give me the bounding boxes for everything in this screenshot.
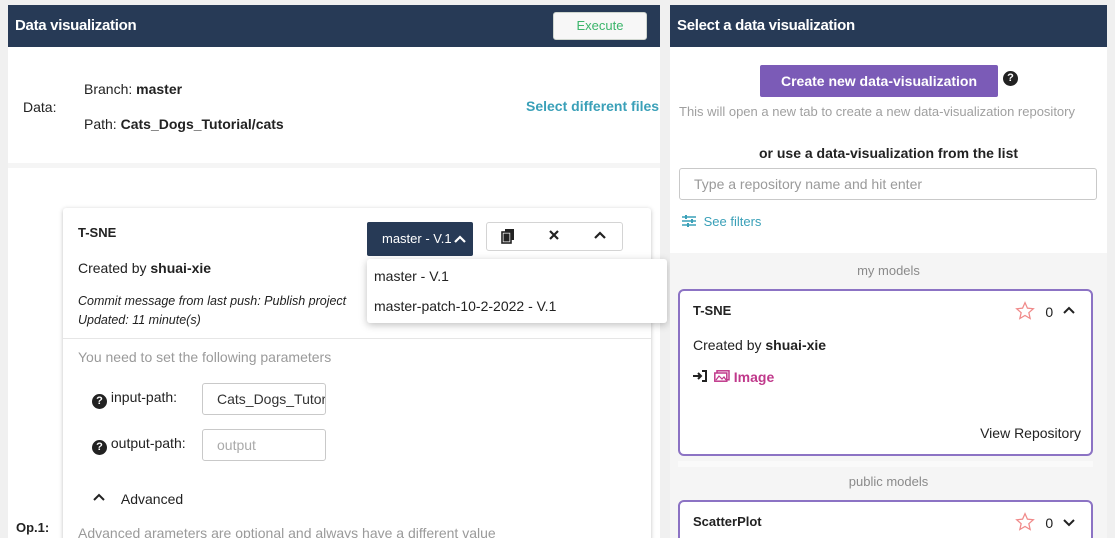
my-models-label: my models	[857, 263, 920, 278]
created-user: shuai-xie	[150, 260, 212, 276]
branch-option[interactable]: master-patch-10-2-2022 - V.1	[374, 298, 556, 314]
repository-search-input[interactable]: Type a repository name and hit enter	[679, 168, 1097, 200]
branch-row: Branch: master	[84, 81, 182, 97]
branch-label: Branch:	[84, 81, 133, 97]
chevron-up-icon	[93, 491, 109, 507]
created-by: Created by shuai-xie	[78, 260, 211, 276]
data-type-label: Image	[733, 369, 775, 385]
operation-card: T-SNE Created by shuai-xie Commit messag…	[63, 208, 651, 538]
input-path-field[interactable]: Cats_Dogs_Tutorial/cats	[202, 383, 326, 415]
chevron-up-icon[interactable]	[593, 228, 607, 245]
branch-option[interactable]: master - V.1	[374, 268, 449, 284]
divider	[678, 461, 1093, 467]
panel-title: Data visualization	[15, 17, 137, 34]
model-card[interactable]: T-SNE 0 Created by shuai-xie Image View …	[678, 289, 1093, 456]
path-value: Cats_Dogs_Tutorial/cats	[120, 116, 284, 132]
select-different-files-link[interactable]: Select different files	[526, 98, 659, 114]
execute-button[interactable]: Execute	[553, 12, 647, 40]
advanced-note: Advanced arameters are optional and alwa…	[78, 525, 496, 538]
sign-in-icon	[693, 369, 711, 385]
panel-header: Data visualization Execute	[8, 5, 660, 47]
help-icon[interactable]: ?	[92, 440, 107, 455]
data-type: Image	[693, 369, 774, 385]
model-stars: 0	[1015, 301, 1075, 321]
parameters-note: You need to set the following parameters	[78, 349, 332, 365]
image-icon	[713, 369, 734, 385]
created-user: shuai-xie	[765, 337, 827, 353]
path-row: Path: Cats_Dogs_Tutorial/cats	[84, 116, 284, 132]
star-count: 0	[1045, 515, 1054, 531]
create-visualization-button[interactable]: Create new data-visualization	[760, 65, 998, 97]
model-card[interactable]: ScatterPlot 0	[678, 500, 1093, 538]
output-path-field[interactable]: output	[202, 429, 326, 461]
copy-icon[interactable]	[501, 228, 515, 247]
help-icon[interactable]: ?	[92, 394, 107, 409]
use-list-heading: or use a data-visualization from the lis…	[758, 145, 1019, 161]
chevron-down-icon[interactable]	[1063, 515, 1075, 531]
model-stars: 0	[1015, 512, 1075, 532]
updated-time: Updated: 11 minute(s)	[78, 313, 201, 327]
star-count: 0	[1045, 304, 1054, 320]
public-models-label: public models	[848, 474, 929, 489]
operation-tools	[486, 222, 623, 251]
branch-value: master	[136, 81, 183, 97]
create-section: Create new data-visualization ? This wil…	[670, 47, 1107, 253]
panel-header: Select a data visualization	[670, 5, 1107, 47]
path-label: Path:	[84, 116, 117, 132]
chevron-up-icon[interactable]	[1063, 304, 1075, 320]
commit-message: Commit message from last push: Publish p…	[78, 294, 347, 308]
branch-version-label: master - V.1	[382, 231, 452, 246]
operation-label: Op.1:	[16, 520, 50, 535]
created-by: Created by shuai-xie	[693, 337, 826, 353]
filter-icon	[682, 214, 700, 229]
created-label: Created by	[78, 260, 147, 276]
advanced-label: Advanced	[120, 491, 184, 507]
star-icon[interactable]	[1015, 301, 1039, 320]
input-path-label: ? input-path:	[92, 389, 177, 409]
see-filters-label: See filters	[703, 214, 762, 229]
close-icon[interactable]	[548, 228, 560, 245]
see-filters-link[interactable]: See filters	[682, 214, 761, 229]
branch-dropdown-menu: master - V.1 master-patch-10-2-2022 - V.…	[367, 259, 667, 323]
output-path-label: ? output-path:	[92, 435, 186, 455]
panel-title: Select a data visualization	[677, 17, 855, 34]
data-source-box: Data: Branch: master Path: Cats_Dogs_Tut…	[8, 47, 660, 163]
operation-title: T-SNE	[78, 225, 117, 240]
advanced-toggle[interactable]: Advanced	[93, 491, 183, 507]
model-title: ScatterPlot	[693, 514, 762, 529]
operations-area: Op.1: T-SNE Created by shuai-xie Commit …	[8, 168, 660, 538]
model-title: T-SNE	[693, 303, 732, 318]
star-icon[interactable]	[1015, 512, 1039, 531]
help-icon[interactable]: ?	[1003, 71, 1018, 86]
divider	[63, 338, 651, 339]
view-repository-link[interactable]: View Repository	[980, 425, 1081, 441]
data-label: Data:	[23, 99, 57, 115]
branch-version-dropdown[interactable]: master - V.1	[367, 222, 473, 256]
select-visualization-panel: Select a data visualization Create new d…	[670, 5, 1107, 538]
create-hint: This will open a new tab to create a new…	[679, 104, 1075, 119]
created-label: Created by	[693, 337, 762, 353]
